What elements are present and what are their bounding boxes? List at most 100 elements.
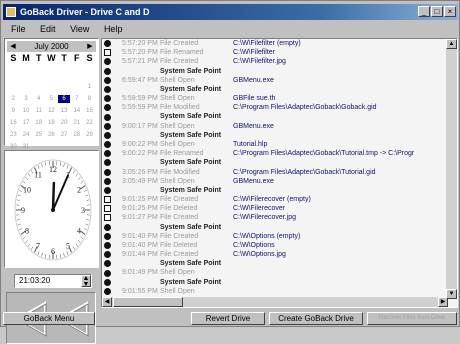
calendar-day[interactable]: 9: [7, 107, 20, 115]
calendar-day[interactable]: 12: [45, 107, 58, 115]
scroll-thumb[interactable]: [113, 297, 183, 307]
event-row[interactable]: 9:01:25 PMFile DeletedC:\W\Filerecover: [102, 204, 446, 213]
safe-point-label: System Safe Point: [160, 131, 221, 140]
calendar-month-label: July 2000: [34, 42, 68, 51]
calendar-day[interactable]: 13: [58, 107, 71, 115]
goback-menu-button[interactable]: GoBack Menu: [3, 312, 95, 325]
calendar-day[interactable]: 10: [20, 107, 33, 115]
calendar-day[interactable]: 17: [20, 119, 33, 127]
event-path: GBFile sue.th: [233, 94, 275, 103]
calendar-day[interactable]: 23: [7, 131, 20, 139]
safe-point-row[interactable]: System Safe Point: [102, 131, 446, 140]
event-row[interactable]: 9:01:25 PMFile CreatedC:\W\Filerecover (…: [102, 195, 446, 204]
maximize-button[interactable]: □: [431, 6, 443, 17]
scroll-left-icon[interactable]: ◀: [102, 297, 112, 307]
event-dot-icon: [104, 233, 111, 240]
event-action: Shell Open: [160, 122, 195, 131]
event-time: 9:00:22 PM: [122, 149, 158, 158]
safe-point-row[interactable]: System Safe Point: [102, 223, 446, 232]
calendar-day[interactable]: 8: [83, 95, 96, 103]
calendar-day[interactable]: 5: [45, 95, 58, 103]
event-action: File Renamed: [160, 48, 204, 57]
menu-view[interactable]: View: [70, 24, 89, 34]
prev-month-icon[interactable]: ◀: [8, 41, 18, 52]
calendar-day[interactable]: 28: [70, 131, 83, 139]
clock-numeral: 4: [77, 227, 81, 236]
day-name-fri: F: [70, 53, 83, 64]
vertical-scrollbar[interactable]: ▲ ▼: [446, 39, 457, 299]
revert-drive-button[interactable]: Revert Drive: [191, 312, 265, 325]
calendar-day[interactable]: 27: [58, 131, 71, 139]
safe-point-row[interactable]: System Safe Point: [102, 112, 446, 121]
calendar-day[interactable]: 29: [83, 131, 96, 139]
calendar-day[interactable]: 26: [45, 131, 58, 139]
event-row[interactable]: 5:59:59 PMShell OpenGBFile sue.th: [102, 94, 446, 103]
event-row[interactable]: 3:05:49 PMShell OpenGBMenu.exe: [102, 177, 446, 186]
event-row[interactable]: 5:57:21 PMFile CreatedC:\W\Filefilter.jp…: [102, 57, 446, 66]
calendar-day[interactable]: 22: [83, 119, 96, 127]
horizontal-scrollbar[interactable]: ◀ ▶: [102, 297, 448, 307]
recover-files-button[interactable]: Recover Files from Drive: [367, 312, 457, 325]
calendar-day[interactable]: 16: [7, 119, 20, 127]
safe-point-row[interactable]: System Safe Point: [102, 67, 446, 76]
calendar-day-empty: [7, 83, 20, 91]
scroll-up-icon[interactable]: ▲: [446, 39, 457, 49]
button-bar: GoBack Menu Revert Drive Create GoBack D…: [1, 310, 459, 327]
safe-point-row[interactable]: System Safe Point: [102, 186, 446, 195]
calendar-day[interactable]: 21: [70, 119, 83, 127]
minimize-button[interactable]: _: [418, 6, 430, 17]
menu-help[interactable]: Help: [104, 24, 123, 34]
event-row[interactable]: 9:01:40 PMFile DeletedC:\W\Options: [102, 241, 446, 250]
event-row[interactable]: 5:57:20 PMFile RenamedC:\W\Filefilter: [102, 48, 446, 57]
calendar-day[interactable]: 24: [20, 131, 33, 139]
time-input[interactable]: 21:03:20 ▲▼: [14, 274, 92, 288]
safe-point-label: System Safe Point: [160, 112, 221, 121]
event-row[interactable]: 9:01:27 PMFile CreatedC:\W\Filerecover.j…: [102, 213, 446, 222]
menu-edit[interactable]: Edit: [40, 24, 56, 34]
calendar-day[interactable]: 2: [7, 95, 20, 103]
calendar-day[interactable]: 4: [32, 95, 45, 103]
calendar-day[interactable]: 6: [58, 95, 71, 103]
event-row[interactable]: 9:00:22 PMShell OpenTutorial.hlp: [102, 140, 446, 149]
next-month-icon[interactable]: ▶: [85, 41, 95, 52]
calendar-day[interactable]: 15: [83, 107, 96, 115]
event-row[interactable]: 9:01:40 PMFile CreatedC:\W\Options (empt…: [102, 232, 446, 241]
event-row[interactable]: 9:01:49 PMShell Open: [102, 268, 446, 277]
event-row[interactable]: 3:05:26 PMFile ModifiedC:\Program Files\…: [102, 168, 446, 177]
calendar-day[interactable]: 11: [32, 107, 45, 115]
calendar-day[interactable]: 14: [70, 107, 83, 115]
close-button[interactable]: ×: [444, 6, 456, 17]
scroll-right-icon[interactable]: ▶: [438, 297, 448, 307]
safe-point-row[interactable]: System Safe Point: [102, 85, 446, 94]
event-row[interactable]: 5:59:59 PMFile ModifiedC:\Program Files\…: [102, 103, 446, 112]
event-time: 3:05:49 PM: [122, 177, 158, 186]
title-bar[interactable]: GoBack Driver - Drive C and D _ □ ×: [3, 4, 458, 20]
safe-point-row[interactable]: System Safe Point: [102, 278, 446, 287]
calendar-day[interactable]: 19: [45, 119, 58, 127]
goback-window: GoBack Driver - Drive C and D _ □ × File…: [0, 0, 460, 327]
event-time: 5:57:20 PM: [122, 48, 158, 57]
event-row[interactable]: 9:00:22 PMFile RenamedC:\Program Files\A…: [102, 149, 446, 158]
event-dot-icon: [104, 86, 111, 93]
event-action: File Created: [160, 57, 198, 66]
calendar-day[interactable]: 1: [83, 83, 96, 91]
calendar-day[interactable]: 18: [32, 119, 45, 127]
calendar-day[interactable]: 25: [32, 131, 45, 139]
event-row[interactable]: 6:59:47 PMShell OpenGBMenu.exe: [102, 76, 446, 85]
event-row[interactable]: 9:01:44 PMFile CreatedC:\W\Options.jpg: [102, 250, 446, 259]
create-goback-drive-button[interactable]: Create GoBack Drive: [269, 312, 363, 325]
calendar-day[interactable]: 7: [70, 95, 83, 103]
event-row[interactable]: 9:00:17 PMShell OpenGBMenu.exe: [102, 122, 446, 131]
event-row[interactable]: 5:57:20 PMFile CreatedC:\W\Filefilter (e…: [102, 39, 446, 48]
event-row[interactable]: 9:01:55 PMShell Open: [102, 287, 446, 296]
event-list[interactable]: 5:57:20 PMFile CreatedC:\W\Filefilter (e…: [101, 38, 458, 308]
safe-point-row[interactable]: System Safe Point: [102, 259, 446, 268]
event-time: 9:01:44 PM: [122, 250, 158, 259]
safe-point-row[interactable]: System Safe Point: [102, 158, 446, 167]
clock-numeral: 7: [36, 242, 40, 251]
calendar-day[interactable]: 20: [58, 119, 71, 127]
menu-file[interactable]: File: [11, 24, 26, 34]
time-spinner[interactable]: ▲▼: [81, 275, 91, 287]
calendar-day[interactable]: 3: [20, 95, 33, 103]
clock-numeral: 2: [77, 186, 81, 195]
